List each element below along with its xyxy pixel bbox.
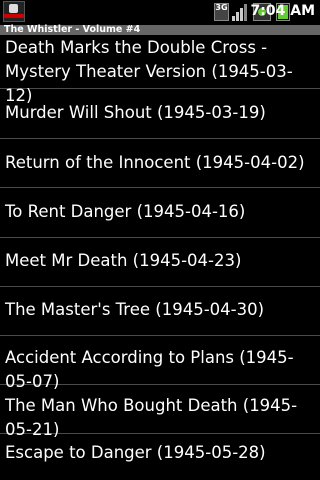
list-item-title: To Rent Danger (1945-04-16) xyxy=(5,202,246,221)
list-item[interactable]: Escape to Danger (1945-05-28) xyxy=(0,434,320,480)
network-type-label: 3G xyxy=(215,3,228,12)
list-item[interactable]: The Man Who Bought Death (1945-05-21) xyxy=(0,385,320,439)
app-notification-icon xyxy=(3,1,25,22)
list-item[interactable]: Return of the Innocent (1945-04-02) xyxy=(0,139,320,188)
list-item-title: Meet Mr Death (1945-04-23) xyxy=(5,251,242,270)
list-item[interactable]: Meet Mr Death (1945-04-23) xyxy=(0,238,320,287)
list-item[interactable]: The Master's Tree (1945-04-30) xyxy=(0,287,320,336)
window-title: The Whistler - Volume #4 xyxy=(4,24,141,35)
list-item[interactable]: Accident According to Plans (1945-05-07) xyxy=(0,336,320,391)
list-item-title: Murder Will Shout (1945-03-19) xyxy=(5,103,266,122)
clock: 7:04 AM xyxy=(250,3,315,19)
list-item[interactable]: Death Marks the Double Cross - Mystery T… xyxy=(0,35,320,105)
episode-list[interactable]: Death Marks the Double Cross - Mystery T… xyxy=(0,35,320,480)
list-item[interactable]: To Rent Danger (1945-04-16) xyxy=(0,188,320,238)
list-item-title: The Master's Tree (1945-04-30) xyxy=(5,300,265,319)
signal-strength-icon xyxy=(232,3,250,21)
list-item-title: Return of the Innocent (1945-04-02) xyxy=(5,153,305,172)
status-bar: 3G 7:04 AM xyxy=(0,0,320,25)
list-item[interactable]: Murder Will Shout (1945-03-19) xyxy=(0,89,320,139)
list-item-title: Escape to Danger (1945-05-28) xyxy=(5,443,266,462)
network-type-icon: 3G xyxy=(214,3,229,21)
title-bar: The Whistler - Volume #4 xyxy=(0,25,320,35)
